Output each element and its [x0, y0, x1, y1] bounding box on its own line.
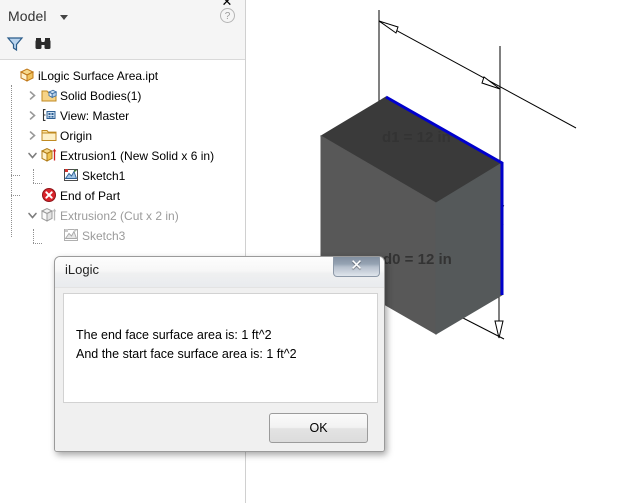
- chevron-down-icon[interactable]: [60, 15, 68, 20]
- chevron-right-icon[interactable]: [27, 125, 38, 145]
- panel-title: Model: [8, 8, 47, 24]
- chevron-down-icon[interactable]: [27, 205, 38, 225]
- tree-item-label: End of Part: [60, 188, 121, 203]
- tree-item[interactable]: Sketch1: [0, 165, 245, 185]
- ok-button[interactable]: OK: [269, 413, 368, 443]
- view-master-icon: [41, 107, 57, 123]
- tree-item[interactable]: Extrusion2 (Cut x 2 in): [0, 205, 245, 225]
- dimension-d0-label: d0 = 12 in: [383, 251, 452, 268]
- panel-header: Model ✕ ?: [0, 0, 245, 60]
- help-circle-icon[interactable]: ?: [220, 8, 235, 23]
- tree-item-label: iLogic Surface Area.ipt: [38, 68, 159, 83]
- tree-item[interactable]: Sketch3: [0, 225, 245, 245]
- tree-item-label: Sketch3: [82, 228, 126, 243]
- ilogic-dialog: iLogic ✕ The end face surface area is: 1…: [54, 256, 385, 452]
- folder-icon: [41, 127, 57, 143]
- tree-item-label: Extrusion1 (New Solid x 6 in): [60, 148, 215, 163]
- dialog-title: iLogic: [65, 262, 99, 277]
- tree-item-label: Sketch1: [82, 168, 126, 183]
- dialog-message-line: And the start face surface area is: 1 ft…: [76, 347, 297, 361]
- tree-item-label: Extrusion2 (Cut x 2 in): [60, 208, 179, 223]
- tree-item[interactable]: Origin: [0, 125, 245, 145]
- tree-item[interactable]: Solid Bodies(1): [0, 85, 245, 105]
- close-icon[interactable]: ✕: [333, 257, 380, 277]
- dialog-message-text: The end face surface area is: 1 ft^2 And…: [76, 326, 297, 364]
- tree-item-label: View: Master: [60, 108, 130, 123]
- sketch-icon: [63, 167, 79, 183]
- extrusion-dim-icon: [41, 207, 57, 223]
- tree-item-label: Origin: [60, 128, 93, 143]
- chevron-right-icon[interactable]: [27, 105, 38, 125]
- tree-item-label: Solid Bodies(1): [60, 88, 142, 103]
- dialog-message-area: The end face surface area is: 1 ft^2 And…: [63, 293, 378, 403]
- end-of-part-icon: [41, 187, 57, 203]
- part-cube-icon: [19, 67, 35, 83]
- dimension-d1-label: d1 = 12 in: [382, 129, 451, 146]
- tree-item[interactable]: End of Part: [0, 185, 245, 205]
- tree-item[interactable]: View: Master: [0, 105, 245, 125]
- chevron-down-icon[interactable]: [27, 145, 38, 165]
- dialog-message-line: The end face surface area is: 1 ft^2: [76, 328, 272, 342]
- sketch-dim-icon: [63, 227, 79, 243]
- extrusion-icon: [41, 147, 57, 163]
- tree-item[interactable]: Extrusion1 (New Solid x 6 in): [0, 145, 245, 165]
- panel-toolbar: [6, 33, 52, 55]
- solid-bodies-icon: [41, 87, 57, 103]
- dialog-titlebar: iLogic ✕: [55, 257, 384, 288]
- close-icon[interactable]: ✕: [221, 0, 233, 8]
- filter-icon[interactable]: [6, 35, 24, 53]
- tree-item[interactable]: iLogic Surface Area.ipt: [0, 65, 245, 85]
- dialog-footer: OK: [55, 405, 384, 451]
- chevron-right-icon[interactable]: [27, 85, 38, 105]
- find-icon[interactable]: [34, 35, 52, 53]
